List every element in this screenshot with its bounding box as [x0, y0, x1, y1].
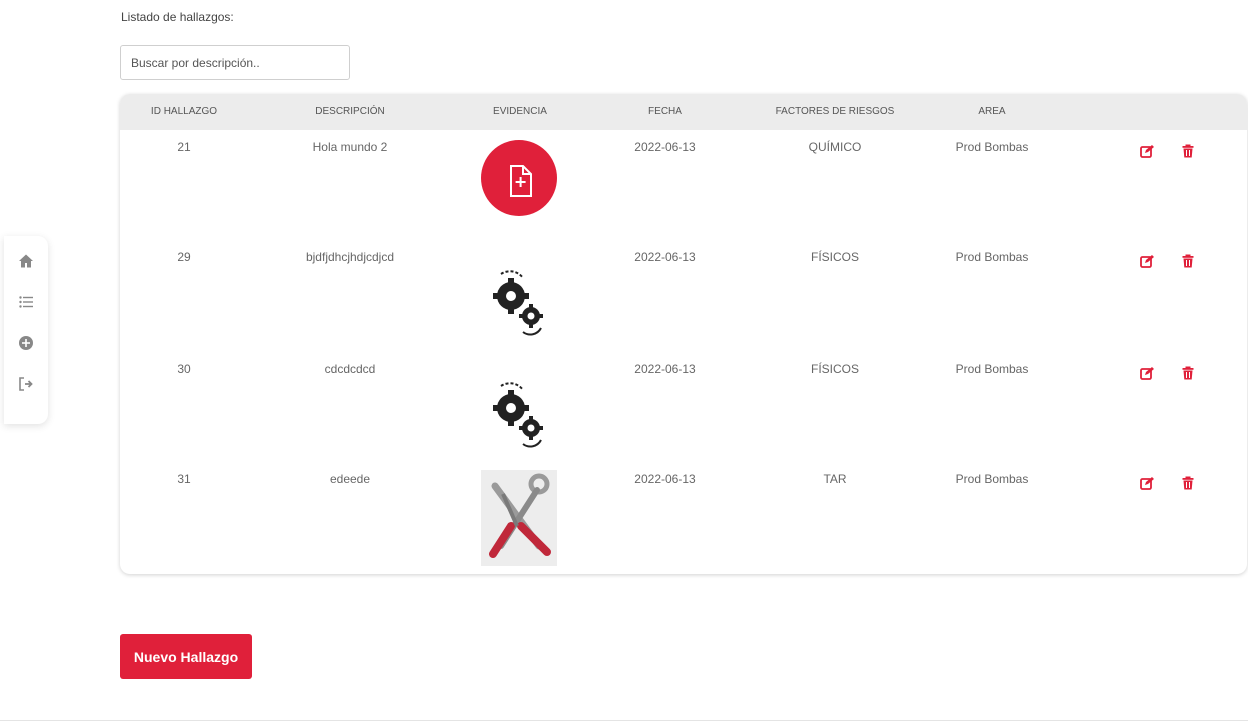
table-header: ID HALLAZGO DESCRIPCIÓN EVIDENCIA FECHA … [120, 94, 1247, 130]
evidence-thumbnail[interactable] [481, 138, 557, 234]
side-nav [4, 236, 48, 424]
column-header-descripcion: DESCRIPCIÓN [315, 106, 385, 117]
hallazgos-table: ID HALLAZGO DESCRIPCIÓN EVIDENCIA FECHA … [120, 94, 1247, 574]
cell-factor: TAR [823, 472, 847, 486]
add-circle-icon [19, 336, 33, 350]
nav-add-button[interactable] [11, 328, 41, 358]
cell-id: 30 [177, 362, 191, 376]
cell-id: 29 [177, 250, 191, 264]
cell-descripcion: Hola mundo 2 [312, 140, 388, 154]
evidence-thumbnail[interactable] [481, 360, 557, 456]
trash-icon[interactable] [1181, 254, 1195, 268]
bottom-divider [0, 720, 1248, 721]
gears-icon [493, 382, 543, 448]
edit-icon[interactable] [1140, 144, 1154, 158]
evidence-thumbnail[interactable] [481, 470, 557, 566]
cell-fecha: 2022-06-13 [634, 250, 696, 264]
evidence-thumbnail[interactable] [481, 248, 557, 344]
column-header-evidencia: EVIDENCIA [493, 106, 547, 117]
home-icon [19, 254, 33, 268]
column-header-id: ID HALLAZGO [150, 106, 218, 117]
table-row: 30 cdcdcdcd 2022-06-13 FÍSICOS Prod Bomb… [120, 352, 1247, 462]
tools-image [481, 470, 557, 566]
cell-area: Prod Bombas [955, 362, 1029, 376]
logout-icon [19, 377, 33, 391]
column-header-factores: FACTORES DE RIESGOS [775, 106, 895, 117]
edit-icon[interactable] [1140, 476, 1154, 490]
trash-icon[interactable] [1181, 476, 1195, 490]
table-row: 31 edeede 2022-06-13 TAR Prod Bombas [120, 462, 1247, 572]
column-header-area: AREA [978, 106, 1006, 117]
cell-fecha: 2022-06-13 [634, 472, 696, 486]
search-input[interactable] [120, 45, 350, 80]
cell-fecha: 2022-06-13 [634, 140, 696, 154]
table-row: 21 Hola mundo 2 2022-06-13 QUÍMICO Prod … [120, 130, 1247, 240]
trash-icon[interactable] [1181, 366, 1195, 380]
file-plus-icon [481, 140, 557, 216]
trash-icon[interactable] [1181, 144, 1195, 158]
page-title: Listado de hallazgos: [121, 10, 234, 24]
cell-id: 31 [177, 472, 191, 486]
cell-area: Prod Bombas [955, 140, 1029, 154]
cell-fecha: 2022-06-13 [634, 362, 696, 376]
nav-logout-button[interactable] [11, 369, 41, 399]
cell-descripcion: edeede [329, 472, 371, 486]
nav-list-button[interactable] [11, 287, 41, 317]
cell-area: Prod Bombas [955, 250, 1029, 264]
cell-descripcion: cdcdcdcd [324, 362, 376, 376]
list-icon [19, 296, 33, 308]
edit-icon[interactable] [1140, 366, 1154, 380]
nav-home-button[interactable] [11, 246, 41, 276]
edit-icon[interactable] [1140, 254, 1154, 268]
nuevo-hallazgo-button[interactable]: Nuevo Hallazgo [120, 634, 252, 679]
cell-area: Prod Bombas [955, 472, 1029, 486]
gears-icon [493, 270, 543, 336]
table-row: 29 bjdfjdhcjhdjcdjcd 2022-06-13 FÍSICOS … [120, 240, 1247, 350]
cell-factor: FÍSICOS [810, 250, 859, 264]
cell-factor: FÍSICOS [810, 362, 859, 376]
cell-id: 21 [177, 140, 191, 154]
cell-descripcion: bjdfjdhcjhdjcdjcd [305, 250, 395, 264]
cell-factor: QUÍMICO [808, 140, 862, 154]
column-header-fecha: FECHA [648, 106, 682, 117]
